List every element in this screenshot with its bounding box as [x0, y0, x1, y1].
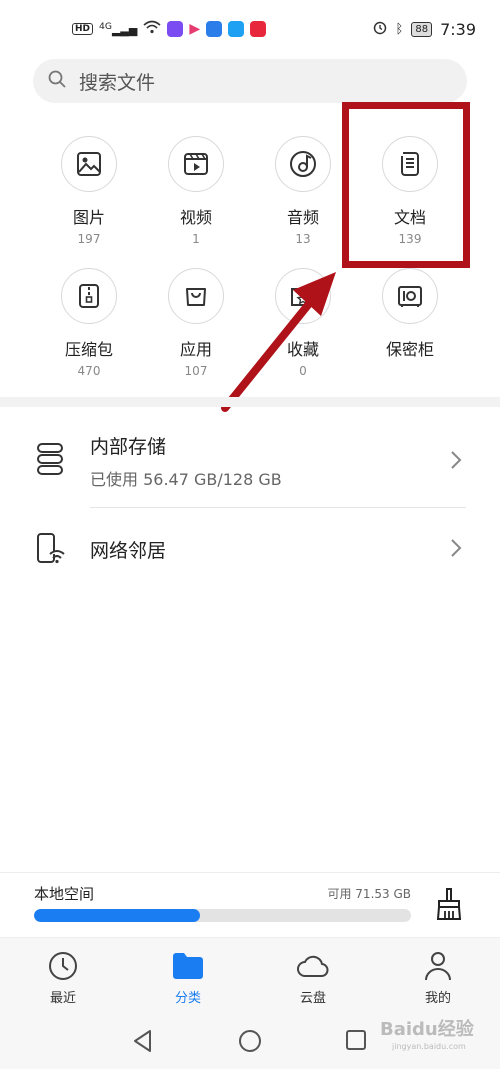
- network-type-label: 4G: [99, 21, 112, 33]
- cleanup-broom-icon[interactable]: [434, 887, 464, 925]
- tab-recent[interactable]: 最近: [13, 938, 113, 1006]
- tab-label: 云盘: [299, 991, 326, 1006]
- safe-icon: [382, 268, 438, 324]
- back-button[interactable]: [132, 1029, 154, 1057]
- category-favorites[interactable]: 收藏 0: [248, 252, 358, 378]
- recents-button[interactable]: [345, 1029, 367, 1055]
- app-notification-icon: [167, 21, 184, 37]
- internal-storage-usage: 已使用 56.47 GB/128 GB: [90, 470, 282, 489]
- category-label: 视频: [179, 208, 212, 227]
- category-label: 收藏: [286, 340, 319, 359]
- audio-icon: [275, 136, 331, 192]
- local-storage-panel: 本地空间 可用 71.53 GB: [0, 872, 500, 936]
- status-left: HD 4G▂▃▅ ▶: [72, 20, 267, 38]
- watermark-brand: Baidu经验: [380, 1019, 474, 1040]
- tab-label: 分类: [174, 991, 201, 1006]
- tab-label: 我的: [424, 991, 451, 1006]
- section-divider: [0, 397, 500, 407]
- favorites-icon: [275, 268, 331, 324]
- network-neighbor-title: 网络邻居: [90, 540, 167, 562]
- category-images[interactable]: 图片 197: [34, 120, 144, 246]
- app-bag-icon: [168, 268, 224, 324]
- internal-storage-title: 内部存储: [90, 436, 167, 458]
- category-count: 470: [77, 364, 101, 378]
- image-icon: [61, 136, 117, 192]
- app-notification-icon: [250, 21, 267, 37]
- clock-icon: [13, 948, 113, 984]
- bluetooth-icon: ᛒ: [395, 21, 404, 37]
- category-count: 107: [184, 364, 208, 378]
- internal-storage-row[interactable]: 内部存储 已使用 56.47 GB/128 GB: [0, 420, 500, 506]
- hd-badge: HD: [72, 23, 94, 35]
- search-placeholder: 搜索文件: [79, 71, 156, 94]
- category-label: 压缩包: [64, 340, 113, 359]
- chevron-right-icon: [450, 538, 462, 562]
- category-count: 197: [77, 232, 101, 246]
- play-app-icon: ▶: [189, 21, 201, 37]
- category-apps[interactable]: 应用 107: [141, 252, 251, 378]
- category-label: 保密柜: [385, 340, 434, 359]
- storage-available: 可用 71.53 GB: [327, 887, 411, 901]
- category-archives[interactable]: 压缩包 470: [34, 252, 144, 378]
- tab-label: 最近: [49, 991, 76, 1006]
- category-label: 应用: [179, 340, 212, 359]
- storage-icon: [36, 442, 64, 480]
- bottom-navigation: 最近 分类 云盘 我的: [0, 937, 500, 1011]
- battery-indicator: 88: [411, 21, 433, 37]
- tab-categories[interactable]: 分类: [138, 938, 238, 1006]
- annotation-highlight-box: [342, 102, 470, 268]
- storage-progress-bar: [34, 909, 411, 922]
- signal-icon: 4G▂▃▅: [99, 21, 138, 37]
- status-bar: HD 4G▂▃▅ ▶ ᛒ 88 7:39: [0, 0, 500, 58]
- chevron-right-icon: [450, 450, 462, 474]
- category-videos[interactable]: 视频 1: [141, 120, 251, 246]
- category-safe[interactable]: 保密柜: [355, 252, 465, 364]
- category-count: 0: [299, 364, 307, 378]
- system-navigation-bar: Baidu经验 jingyan.baidu.com: [0, 1011, 500, 1069]
- watermark-url: jingyan.baidu.com: [392, 1042, 466, 1051]
- alarm-icon: [372, 19, 388, 39]
- search-input[interactable]: 搜索文件: [33, 59, 467, 103]
- search-icon: [47, 69, 67, 93]
- person-icon: [388, 948, 488, 984]
- home-button[interactable]: [238, 1029, 262, 1057]
- category-count: 1: [192, 232, 200, 246]
- cloud-icon: [263, 948, 363, 984]
- folder-icon: [138, 948, 238, 984]
- tab-me[interactable]: 我的: [388, 938, 488, 1006]
- video-icon: [168, 136, 224, 192]
- clock-time: 7:39: [440, 19, 476, 39]
- local-storage-label: 本地空间: [34, 885, 95, 903]
- network-neighbor-row[interactable]: 网络邻居: [0, 510, 500, 586]
- tab-cloud[interactable]: 云盘: [263, 938, 363, 1006]
- wifi-icon: [143, 20, 161, 38]
- phone-wifi-icon: [36, 532, 66, 570]
- status-right: ᛒ 88 7:39: [372, 19, 476, 39]
- app-notification-icon: [228, 21, 245, 37]
- storage-progress-fill: [34, 909, 200, 922]
- category-label: 图片: [72, 208, 105, 227]
- row-divider: [90, 507, 466, 508]
- archive-icon: [61, 268, 117, 324]
- app-notification-icon: [206, 21, 223, 37]
